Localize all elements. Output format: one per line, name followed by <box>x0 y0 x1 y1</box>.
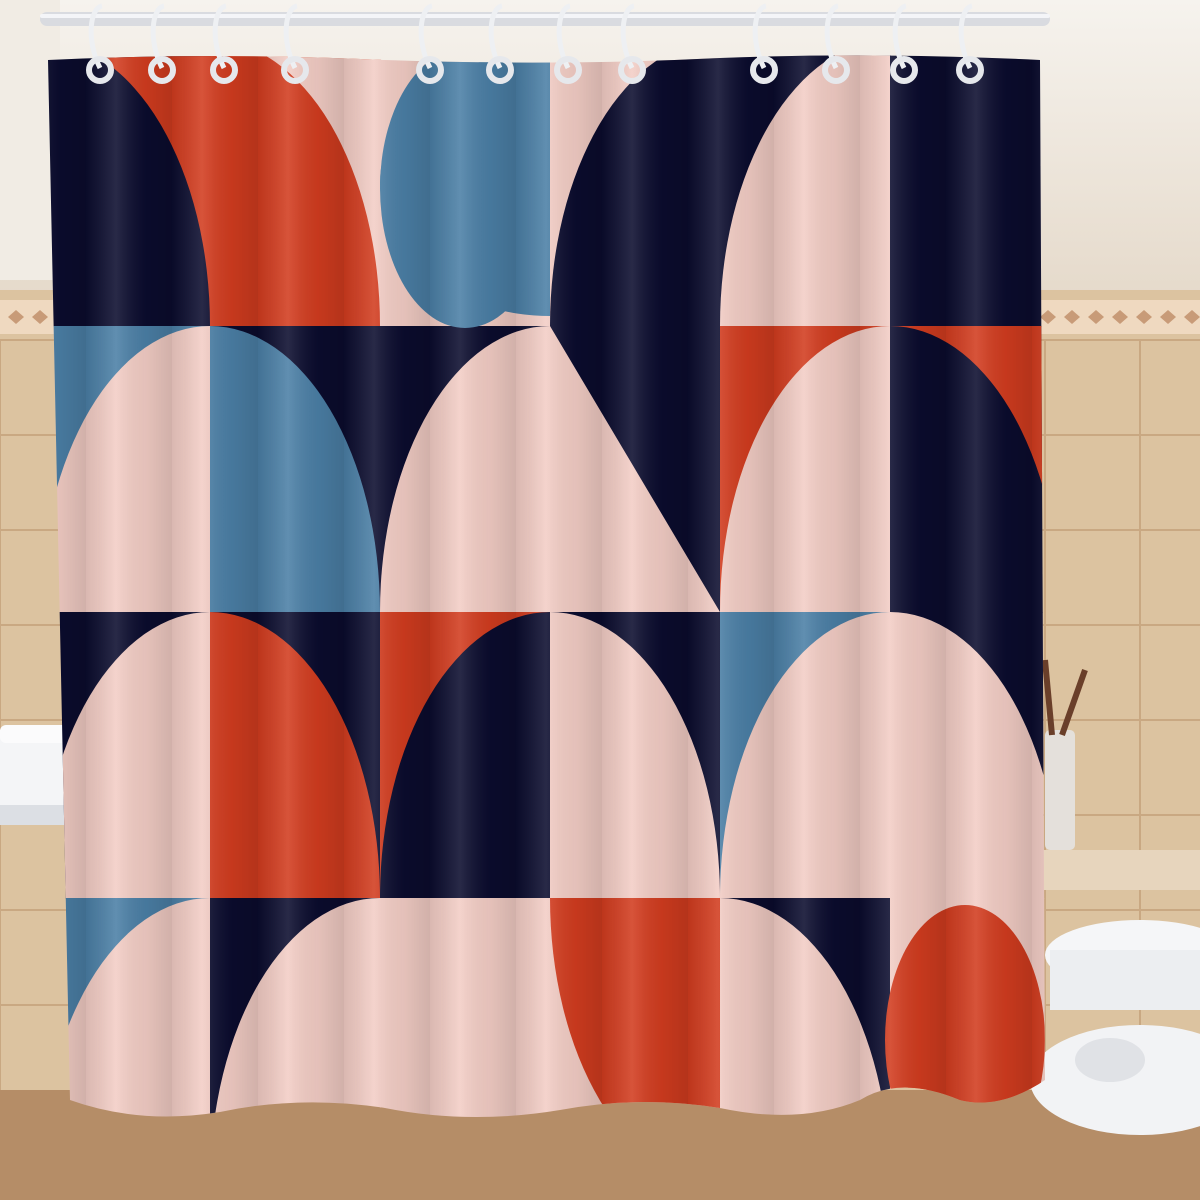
brush-cup <box>1045 730 1075 850</box>
shower-curtain <box>48 55 1045 1118</box>
vanity-counter <box>1040 850 1200 890</box>
bidet-bowl <box>1075 1038 1145 1082</box>
bathtub-shadow <box>0 805 75 825</box>
bathroom-scene <box>0 0 1200 1200</box>
toilet-base <box>1050 950 1200 1010</box>
curtain-fold-shading <box>48 55 1045 1118</box>
